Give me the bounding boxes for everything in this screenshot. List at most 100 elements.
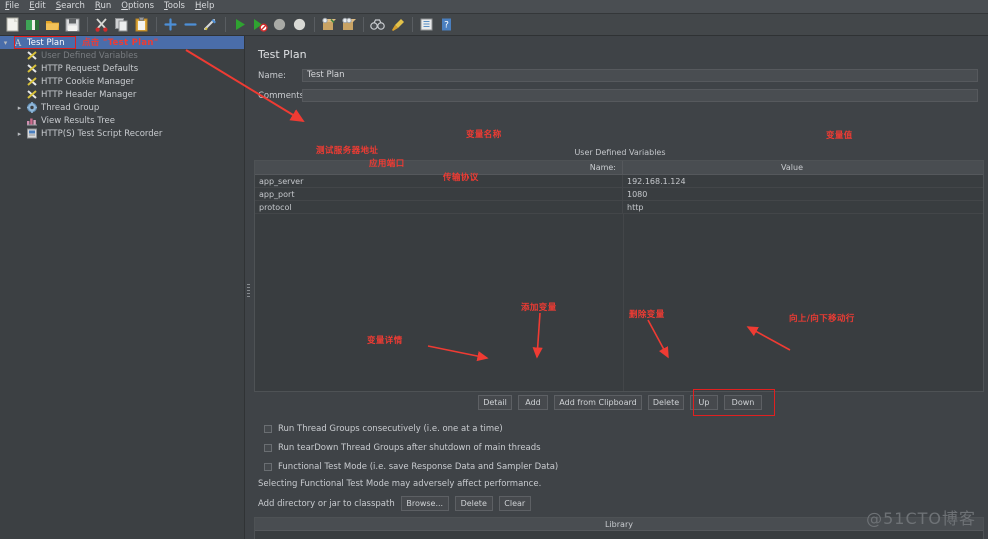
table-body: app_server 192.168.1.124 app_port 1080 p…	[255, 175, 983, 214]
tree-item-http-request-defaults[interactable]: HTTP Request Defaults	[0, 62, 244, 75]
jmeter-window: FileEditSearchRunOptionsToolsHelp	[0, 0, 988, 539]
shutdown-icon[interactable]	[290, 15, 309, 34]
table-row[interactable]: app_port 1080	[255, 188, 983, 201]
cell-value[interactable]: 1080	[623, 188, 983, 200]
chevron-down-icon[interactable]: ▾	[0, 39, 11, 47]
delete-button[interactable]: Delete	[648, 395, 684, 410]
cell-value[interactable]: http	[623, 201, 983, 213]
menu-item-file[interactable]: File	[0, 0, 24, 13]
svg-text:?: ?	[444, 21, 449, 31]
classpath-clear-button[interactable]: Clear	[498, 496, 531, 511]
paste-clipboard-icon[interactable]	[132, 15, 151, 34]
functional-test-mode-checkbox[interactable]: Functional Test Mode (i.e. save Response…	[264, 462, 558, 472]
cell-value-text: http	[627, 203, 644, 212]
expand-plus-icon[interactable]	[161, 15, 180, 34]
config-element-icon	[25, 75, 39, 88]
clear-all-icon[interactable]	[339, 15, 358, 34]
column-header-name[interactable]: Name:	[255, 161, 623, 174]
templates-icon[interactable]	[23, 15, 42, 34]
menu-item-search[interactable]: Search	[51, 0, 90, 13]
checkbox-label: Run tearDown Thread Groups after shutdow…	[278, 443, 541, 453]
user-defined-variables-table[interactable]: Name: Value app_server 192.168.1.124 app…	[254, 160, 984, 392]
annotation-row-app-server: 测试服务器地址	[316, 146, 379, 156]
start-no-pauses-icon[interactable]	[250, 15, 269, 34]
run-teardown-thread-groups-checkbox[interactable]: Run tearDown Thread Groups after shutdow…	[264, 443, 541, 453]
thread-group-gear-icon	[25, 101, 39, 114]
checkbox-box[interactable]	[264, 463, 272, 471]
table-empty-area[interactable]	[255, 214, 983, 391]
stop-icon[interactable]	[270, 15, 289, 34]
new-file-icon[interactable]	[3, 15, 22, 34]
tree-item-test-plan[interactable]: ▾ A Test Plan 点击 "Test Plan"	[0, 36, 244, 49]
tree-item-http-cookie-manager[interactable]: HTTP Cookie Manager	[0, 75, 244, 88]
name-input[interactable]: Test Plan	[302, 69, 978, 82]
view-results-tree-icon	[25, 114, 39, 127]
start-play-icon[interactable]	[230, 15, 249, 34]
toolbar-separator	[412, 17, 413, 32]
split-pane-divider[interactable]	[245, 36, 252, 539]
collapse-minus-icon[interactable]	[181, 15, 200, 34]
column-header-name-label: Name:	[589, 163, 616, 172]
classpath-delete-button[interactable]: Delete	[454, 496, 493, 511]
detail-button[interactable]: Detail	[478, 395, 512, 410]
cell-name[interactable]: app_port	[255, 188, 623, 200]
function-helper-icon[interactable]	[417, 15, 436, 34]
toolbar-separator	[87, 17, 88, 32]
annotation-move-rows: 向上/向下移动行	[789, 314, 855, 324]
add-button[interactable]: Add	[518, 395, 548, 410]
save-icon[interactable]	[63, 15, 82, 34]
menu-item-help[interactable]: Help	[190, 0, 219, 13]
cell-name[interactable]: app_server	[255, 175, 623, 187]
comments-label: Comments:	[258, 90, 307, 101]
toggle-pencil-icon[interactable]	[201, 15, 220, 34]
chevron-right-icon[interactable]: ▸	[14, 104, 25, 112]
search-binoculars-icon[interactable]	[368, 15, 387, 34]
tree-item-user-defined-variables[interactable]: User Defined Variables	[0, 49, 244, 62]
down-button[interactable]: Down	[724, 395, 762, 410]
copy-icon[interactable]	[112, 15, 131, 34]
browse-button[interactable]: Browse...	[400, 496, 449, 511]
tree-item-http-header-manager[interactable]: HTTP Header Manager	[0, 88, 244, 101]
comments-input[interactable]	[302, 89, 978, 102]
run-thread-groups-consecutively-checkbox[interactable]: Run Thread Groups consecutively (i.e. on…	[264, 424, 503, 434]
table-row[interactable]: protocol http	[255, 201, 983, 214]
config-element-icon	[25, 49, 39, 62]
help-icon[interactable]: ?	[437, 15, 456, 34]
table-row[interactable]: app_server 192.168.1.124	[255, 175, 983, 188]
checkbox-box[interactable]	[264, 444, 272, 452]
name-label: Name:	[258, 70, 286, 81]
checkbox-box[interactable]	[264, 425, 272, 433]
menu-bar: File Edit Search Run Options Tools Help	[0, 0, 988, 14]
cut-scissors-icon[interactable]	[92, 15, 111, 34]
toolbar: ?	[0, 14, 988, 36]
chevron-right-icon[interactable]: ▸	[14, 130, 25, 138]
menu-item-run[interactable]: Run	[90, 0, 116, 13]
column-header-value-label: Value	[781, 163, 803, 172]
test-plan-icon: A	[11, 36, 25, 49]
cell-name[interactable]: protocol	[255, 201, 623, 213]
classpath-row: Add directory or jar to classpath Browse…	[258, 496, 531, 511]
reset-search-broom-icon[interactable]	[388, 15, 407, 34]
config-element-icon	[25, 88, 39, 101]
divider-grip[interactable]	[247, 284, 250, 298]
tree-item-http-s-test-script-recorder[interactable]: ▸ HTTP(S) Test Script Recorder	[0, 127, 244, 140]
menu-item-tools[interactable]: Tools	[159, 0, 190, 13]
clear-icon[interactable]	[319, 15, 338, 34]
menu-item-edit[interactable]: Edit	[24, 0, 50, 13]
cell-value-text: 1080	[627, 190, 648, 199]
up-button[interactable]: Up	[690, 395, 718, 410]
cell-name-text: app_server	[259, 177, 304, 186]
annotation-var-value-column: 变量值	[826, 131, 853, 141]
cell-value[interactable]: 192.168.1.124	[623, 175, 983, 187]
functional-mode-note: Selecting Functional Test Mode may adver…	[258, 479, 542, 489]
table-header-row: Name: Value	[255, 161, 983, 175]
cell-value-text: 192.168.1.124	[627, 177, 686, 186]
tree-item-label: Thread Group	[41, 102, 100, 113]
tree-item-view-results-tree[interactable]: View Results Tree	[0, 114, 244, 127]
test-plan-tree[interactable]: ▾ A Test Plan 点击 "Test Plan" User Defined Va…	[0, 36, 245, 539]
menu-item-options[interactable]: Options	[116, 0, 159, 13]
add-from-clipboard-button[interactable]: Add from Clipboard	[554, 395, 642, 410]
open-folder-icon[interactable]	[43, 15, 62, 34]
column-header-value[interactable]: Value	[623, 161, 983, 174]
tree-item-thread-group[interactable]: ▸ Thread Group	[0, 101, 244, 114]
